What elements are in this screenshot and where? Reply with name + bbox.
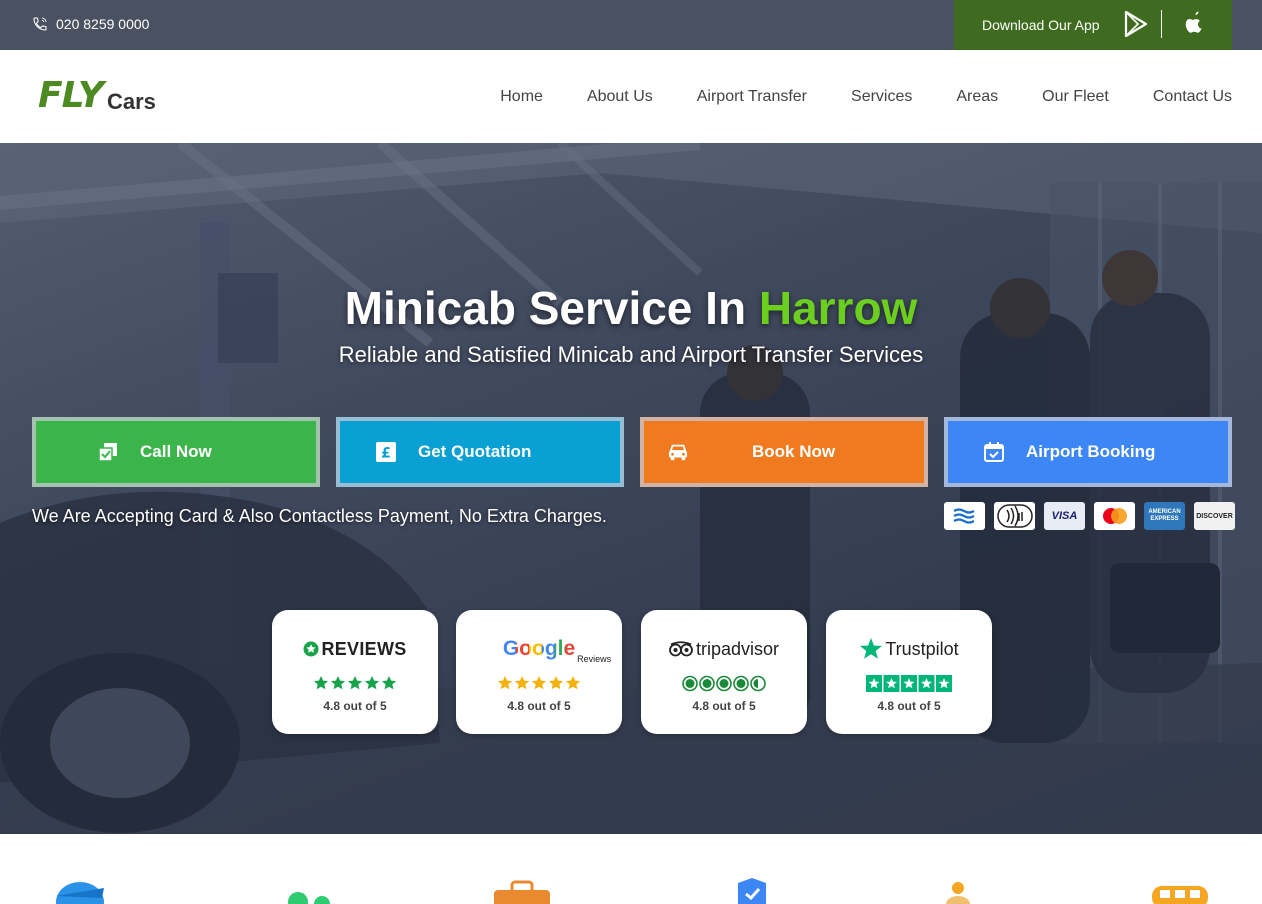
trustpilot-brand: Trustpilot	[826, 634, 992, 664]
call-now-label: Call Now	[140, 442, 212, 461]
phone-copy-icon	[98, 443, 117, 462]
main-nav: Home About Us Airport Transfer Services …	[500, 88, 1232, 106]
reviews-io-score: 4.8 out of 5	[323, 699, 387, 713]
hero-subtitle: Reliable and Satisfied Minicab and Airpo…	[338, 342, 924, 367]
discover-label: DISCOVER	[1196, 512, 1233, 520]
book-now-button[interactable]: Book Now	[640, 417, 928, 487]
top-bar: 020 8259 0000 Download Our App	[0, 0, 1262, 50]
contactless-payment-icon	[994, 502, 1035, 530]
site-logo[interactable]: FLY Cars	[38, 78, 156, 114]
get-quotation-label: Get Quotation	[418, 442, 532, 461]
logo-fly-text: FLY	[38, 75, 104, 116]
payment-cards: VISA AMERICAN EXPRESS DISCOVER	[944, 502, 1235, 530]
payment-accept-text: We Are Accepting Card & Also Contactless…	[32, 506, 607, 526]
reviews-io-logo: REVIEWS	[303, 639, 406, 660]
hero-title-prefix: Minicab Service In	[344, 282, 759, 334]
hero-section: Minicab Service In Harrow Reliable and S…	[0, 143, 1262, 834]
nav-airport-transfer[interactable]: Airport Transfer	[697, 88, 807, 106]
amex-card-icon: AMERICAN EXPRESS	[1144, 502, 1185, 530]
tripadvisor-logo: tripadvisor	[669, 639, 779, 660]
trustpilot-text: Trustpilot	[885, 638, 959, 659]
hero-title-highlight: Harrow	[758, 282, 918, 334]
app-divider	[1161, 10, 1162, 38]
visa-card-icon: VISA	[1044, 502, 1085, 530]
trustpilot-star-icon	[860, 638, 883, 659]
nav-home[interactable]: Home	[500, 88, 543, 106]
reviews-io-badge[interactable]: REVIEWS 4.8 out of 5	[272, 610, 438, 734]
tripadvisor-brand: tripadvisor	[641, 634, 807, 664]
google-score: 4.8 out of 5	[507, 699, 571, 713]
site-header: FLY Cars Home About Us Airport Transfer …	[0, 50, 1262, 143]
nav-about-us[interactable]: About Us	[587, 88, 653, 106]
nav-services[interactable]: Services	[851, 88, 912, 106]
airport-booking-label: Airport Booking	[1026, 442, 1156, 461]
download-app-box: Download Our App	[954, 0, 1232, 50]
phone-number: 020 8259 0000	[56, 16, 150, 32]
get-quotation-button[interactable]: £ Get Quotation	[336, 417, 624, 487]
pound-icon: £	[376, 442, 396, 462]
tripadvisor-badge[interactable]: tripadvisor 4.8 out of 5	[641, 610, 807, 734]
reviews-star-icon	[303, 641, 319, 657]
airport-booking-button[interactable]: Airport Booking	[944, 417, 1232, 487]
trustpilot-logo: Trustpilot	[859, 637, 959, 661]
apple-icon[interactable]	[1182, 10, 1206, 36]
feature-icons-strip	[0, 834, 1262, 904]
trustpilot-badge[interactable]: Trustpilot 4.8 out of 5	[826, 610, 992, 734]
tripadvisor-text: tripadvisor	[695, 638, 780, 659]
trustpilot-score: 4.8 out of 5	[877, 699, 941, 713]
reviews-io-brand: REVIEWS	[272, 634, 438, 664]
phone-icon	[33, 17, 47, 31]
google-reviews-sub: Reviews	[577, 654, 612, 664]
nav-our-fleet[interactable]: Our Fleet	[1042, 88, 1109, 106]
tripadvisor-bubbles	[641, 675, 807, 692]
nav-contact-us[interactable]: Contact Us	[1153, 88, 1232, 106]
google-play-icon[interactable]	[1124, 11, 1148, 37]
contactless-wave-icon	[944, 502, 985, 530]
cta-button-row: Call Now £ Get Quotation Book Now Airpor…	[32, 417, 1232, 487]
review-badges: REVIEWS 4.8 out of 5 Google Reviews 4.8 …	[272, 610, 992, 734]
amex-label: AMERICAN EXPRESS	[1148, 509, 1181, 522]
nav-areas[interactable]: Areas	[956, 88, 998, 106]
hero-title: Minicab Service In Harrow	[0, 281, 1262, 335]
google-text: Google	[502, 637, 576, 660]
visa-label: VISA	[1051, 510, 1078, 522]
download-app-label: Download Our App	[982, 17, 1100, 33]
tripadvisor-owl-icon	[669, 641, 693, 657]
reviews-io-stars	[272, 675, 438, 692]
google-stars	[456, 675, 622, 692]
car-icon	[668, 444, 688, 461]
call-now-button[interactable]: Call Now	[32, 417, 320, 487]
reviews-io-text: REVIEWS	[321, 638, 407, 659]
logo-cars-text: Cars	[107, 89, 156, 114]
google-logo: Google Reviews	[502, 637, 611, 664]
mastercard-icon	[1094, 502, 1135, 530]
calendar-check-icon	[984, 442, 1004, 462]
google-reviews-badge[interactable]: Google Reviews 4.8 out of 5	[456, 610, 622, 734]
book-now-label: Book Now	[752, 442, 836, 461]
trustpilot-stars	[826, 675, 992, 692]
svg-text:£: £	[381, 446, 391, 462]
discover-card-icon: DISCOVER	[1194, 502, 1235, 530]
phone-contact[interactable]: 020 8259 0000	[32, 16, 149, 32]
google-brand: Google Reviews	[456, 634, 622, 664]
tripadvisor-score: 4.8 out of 5	[692, 699, 756, 713]
